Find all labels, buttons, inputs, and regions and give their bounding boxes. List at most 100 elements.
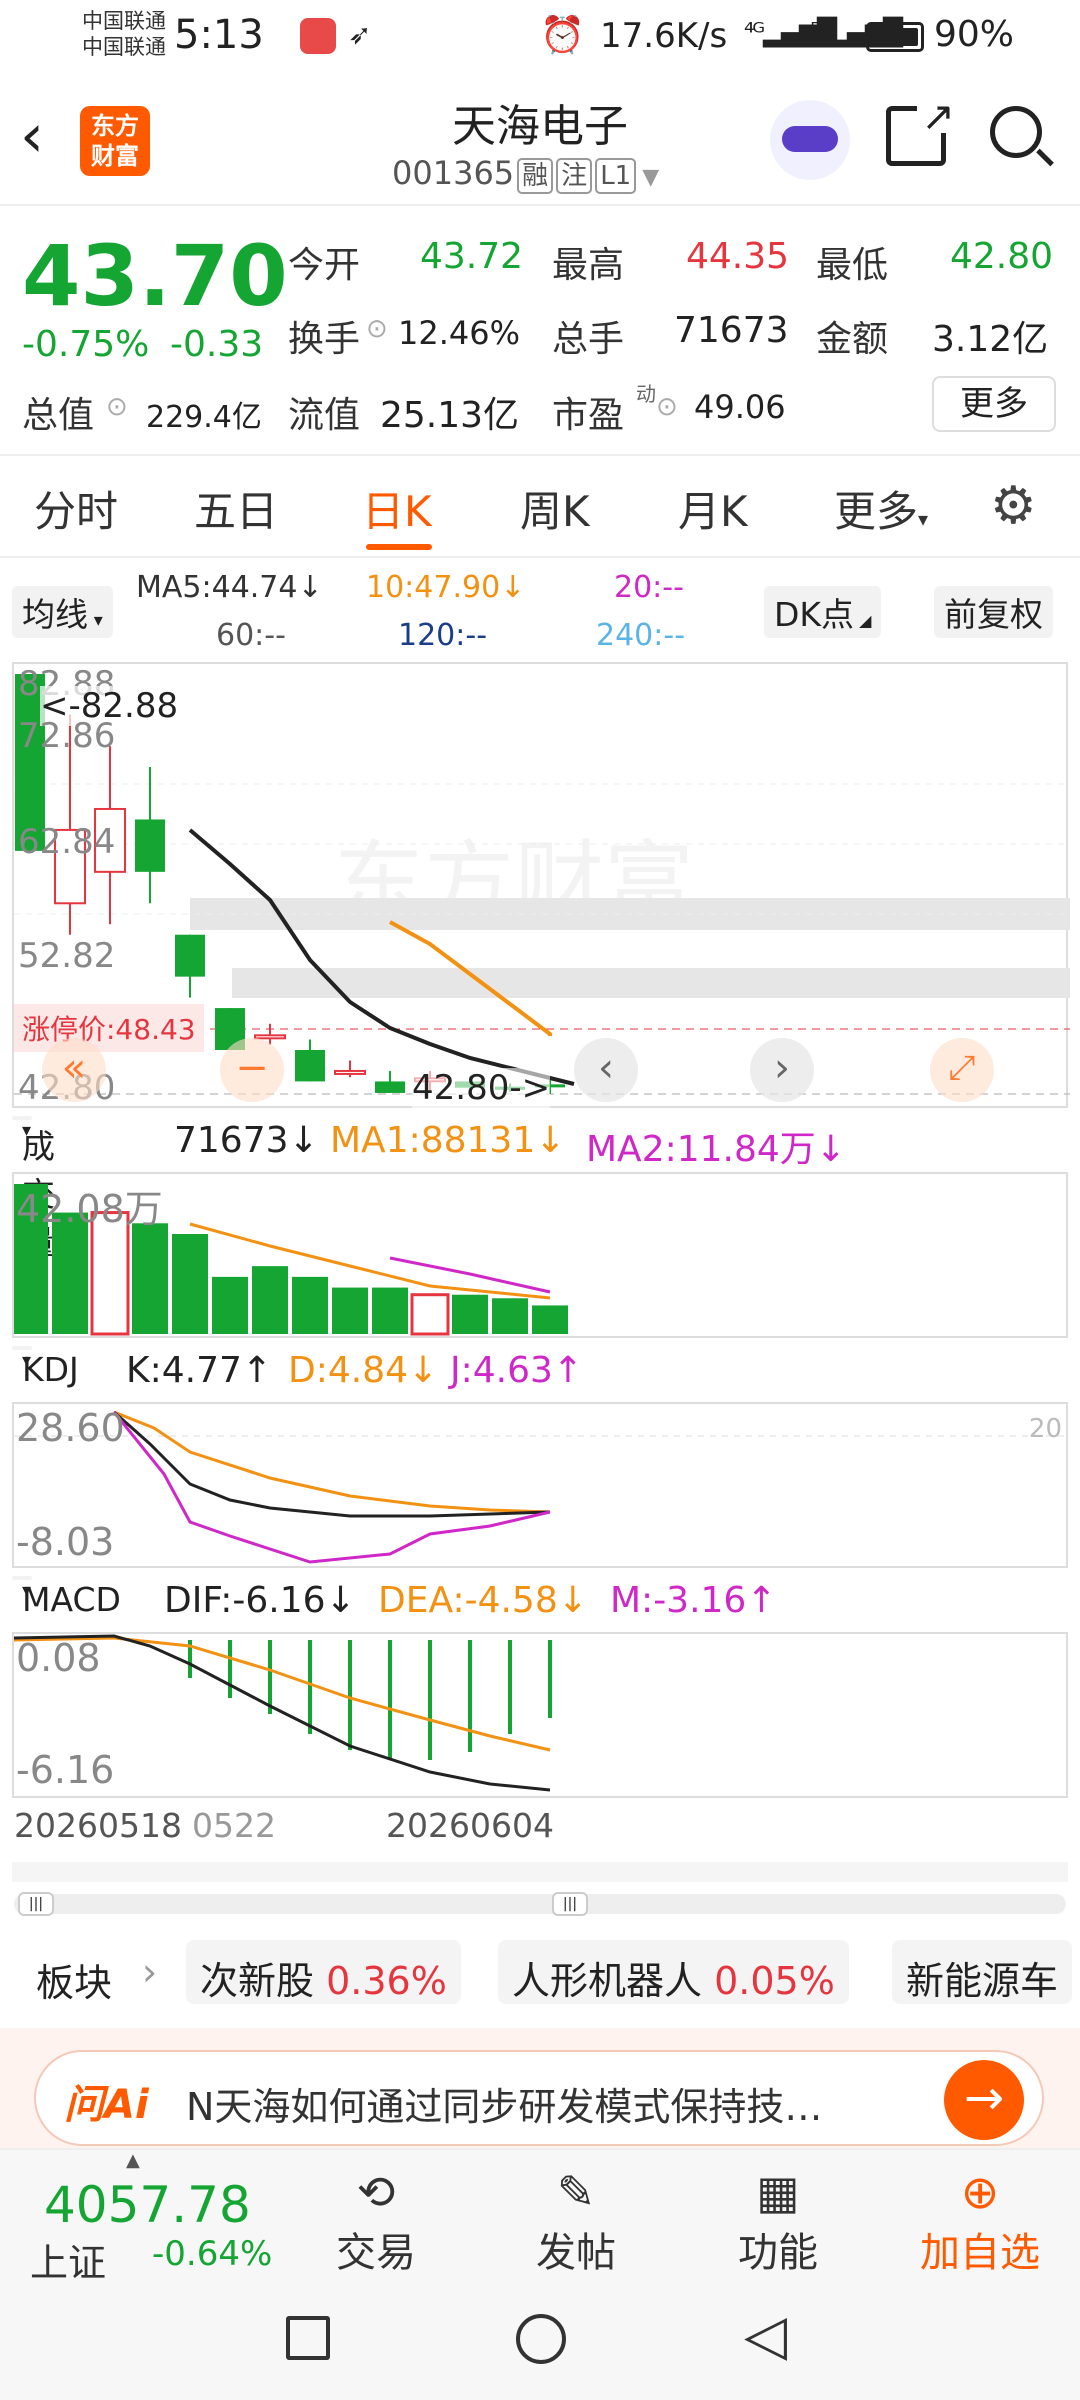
add-watchlist-button[interactable]: ⊕ 加自选 xyxy=(910,2164,1050,2278)
y-label-3: 62.84 xyxy=(18,822,116,862)
kdj-chart[interactable]: 28.60 -8.03 20 xyxy=(12,1402,1070,1568)
volume-ma2-line xyxy=(389,1256,551,1294)
chevron-right-icon[interactable]: › xyxy=(142,1950,157,1994)
sector-chip-2[interactable]: 人形机器人 0.05% xyxy=(498,1940,849,2004)
tab-more[interactable]: 更多▾ xyxy=(834,478,928,539)
kdj-y-top: 28.60 xyxy=(16,1406,125,1450)
pe-value: 49.06 xyxy=(694,388,786,426)
volume-ma1: MA1:88131↓ xyxy=(330,1120,566,1161)
battery-icon xyxy=(866,22,924,52)
share-icon[interactable]: ↗ xyxy=(886,97,955,166)
low-label: 最低 xyxy=(816,245,889,286)
volume-bar xyxy=(372,1287,408,1334)
chevron-down-icon[interactable]: ▼ xyxy=(642,165,659,190)
info-icon[interactable]: ⊙ xyxy=(656,392,678,422)
turnover-label: 换手 xyxy=(288,319,361,360)
sector-chip-1[interactable]: 次新股 0.36% xyxy=(186,1940,461,2004)
yuan-cycle-icon: ⟲ xyxy=(356,2165,396,2219)
tag-level: L1 xyxy=(595,158,637,194)
volume-bar xyxy=(332,1287,368,1334)
index-value[interactable]: 4057.78 xyxy=(44,2176,251,2234)
date-start: 20260518 xyxy=(14,1806,182,1845)
tab-intraday[interactable]: 分时 xyxy=(34,478,118,539)
open-value: 43.72 xyxy=(420,236,524,277)
candle-body xyxy=(175,934,205,977)
kdj-select[interactable]: KDJ ▾ xyxy=(12,1346,79,1389)
ai-logo: 问Ai xyxy=(64,2082,149,2128)
range-scrollbar[interactable]: ||| ||| xyxy=(14,1892,1066,1916)
date-mid: 0522 xyxy=(192,1806,276,1845)
robot-avatar-icon[interactable] xyxy=(770,100,850,180)
back-triangle-icon[interactable]: ◁ xyxy=(744,2308,787,2364)
ai-question[interactable]: 问Ai N天海如何通过同步研发模式保持技… → xyxy=(34,2050,1044,2146)
volume-label: 总手 xyxy=(552,319,625,360)
sector-label[interactable]: 板块 xyxy=(36,1952,112,2007)
sector-row: 板块 › 次新股 0.36% 人形机器人 0.05% 新能源车 xyxy=(0,1928,1080,2028)
volume-select[interactable]: 成交量 ▾ xyxy=(12,1116,55,1262)
volume-bar xyxy=(172,1234,208,1334)
volume-bar xyxy=(532,1305,568,1334)
zoom-out-icon[interactable]: − xyxy=(220,1038,284,1102)
macd-chart[interactable]: 0.08 -6.16 xyxy=(12,1632,1068,1798)
fullscreen-icon[interactable]: ⤢ xyxy=(930,1038,994,1102)
kdj-d: D:4.84↓ xyxy=(288,1350,439,1391)
dk-point-button[interactable]: DK点 ◢ xyxy=(764,586,882,638)
alarm-icon: ⏰ xyxy=(540,15,585,56)
macd-svg xyxy=(14,1634,552,1792)
next-arrow-icon[interactable]: › xyxy=(750,1038,814,1102)
volume-bar xyxy=(452,1294,488,1334)
settings-gear-icon[interactable]: ⚙ xyxy=(990,480,1037,532)
last-price: 43.70 xyxy=(22,227,288,325)
search-icon[interactable] xyxy=(990,106,1054,167)
tab-5day[interactable]: 五日 xyxy=(194,478,278,539)
volume-value: 71673↓ xyxy=(174,1120,319,1161)
scroll-handle-right[interactable]: ||| xyxy=(552,1892,588,1916)
index-percent: -0.64% xyxy=(152,2234,273,2274)
arrow-right-icon[interactable]: → xyxy=(944,2060,1024,2140)
mktcap-label: 总值 xyxy=(22,395,95,436)
plus-circle-icon: ⊕ xyxy=(960,2165,1000,2219)
mktcap-value: 229.4亿 xyxy=(146,400,262,435)
kdj-y-bot: -8.03 xyxy=(16,1520,115,1564)
indicator-select[interactable]: 均线 ▾ xyxy=(12,586,113,638)
scroll-handle-left[interactable]: ||| xyxy=(18,1892,54,1916)
grid-icon: ▦ xyxy=(756,2165,800,2219)
fast-rewind-icon[interactable]: « xyxy=(42,1038,106,1102)
stock-code-row: 001365 融注 L1 ▼ xyxy=(392,154,659,194)
ma240-value: 240:-- xyxy=(596,618,686,653)
volume-bar xyxy=(492,1298,528,1334)
active-tab-indicator xyxy=(366,544,432,550)
edit-icon: ✎ xyxy=(556,2165,596,2219)
volume-chart[interactable]: 42.08万 xyxy=(12,1172,1068,1338)
adjust-forward-button[interactable]: 前复权 xyxy=(934,586,1053,638)
candle-body xyxy=(254,1034,286,1040)
more-button[interactable]: 更多 xyxy=(932,376,1056,432)
recents-icon[interactable] xyxy=(286,2316,330,2360)
tab-daily-k[interactable]: 日K xyxy=(362,478,432,539)
info-icon[interactable]: ⊙ xyxy=(366,314,388,344)
trade-button[interactable]: ⟲ 交易 xyxy=(306,2164,446,2278)
info-icon[interactable]: ⊙ xyxy=(106,392,128,422)
limit-up-price: 涨停价:48.43 xyxy=(14,1004,204,1052)
prev-arrow-icon[interactable]: ‹ xyxy=(574,1038,638,1102)
y-label-4: 52.82 xyxy=(18,936,116,976)
post-button[interactable]: ✎ 发帖 xyxy=(506,2164,646,2278)
min-price-note: 42.80-> xyxy=(412,1068,551,1108)
clock: 5:13 xyxy=(174,12,264,58)
tab-weekly-k[interactable]: 周K xyxy=(520,478,590,539)
kline-chart[interactable]: 东方财富 82.88 <-82.88 72.86 62.84 52.82 涨停价… xyxy=(12,662,1070,1108)
macd-y-bot: -6.16 xyxy=(16,1748,115,1792)
macd-select[interactable]: MACD ▾ xyxy=(12,1576,121,1619)
pe-label: 市盈 xyxy=(552,395,625,436)
bottom-toolbar: ▲ 4057.78 上证 -0.64% ⟲ 交易 ✎ 发帖 ▦ 功能 ⊕ 加自选 xyxy=(0,2148,1080,2285)
float-label: 流值 xyxy=(288,395,361,436)
home-icon[interactable] xyxy=(516,2314,566,2364)
function-button[interactable]: ▦ 功能 xyxy=(708,2164,848,2278)
net-speed: 17.6K/s xyxy=(600,16,728,56)
change-amount: -0.33 xyxy=(170,324,264,365)
y-label-2: 72.86 xyxy=(18,716,116,756)
sector-chip-3[interactable]: 新能源车 xyxy=(892,1940,1073,2004)
high-label: 最高 xyxy=(552,245,625,286)
tab-monthly-k[interactable]: 月K xyxy=(678,478,748,539)
date-axis: 20260518 0522 20260604 xyxy=(14,1806,1074,1856)
